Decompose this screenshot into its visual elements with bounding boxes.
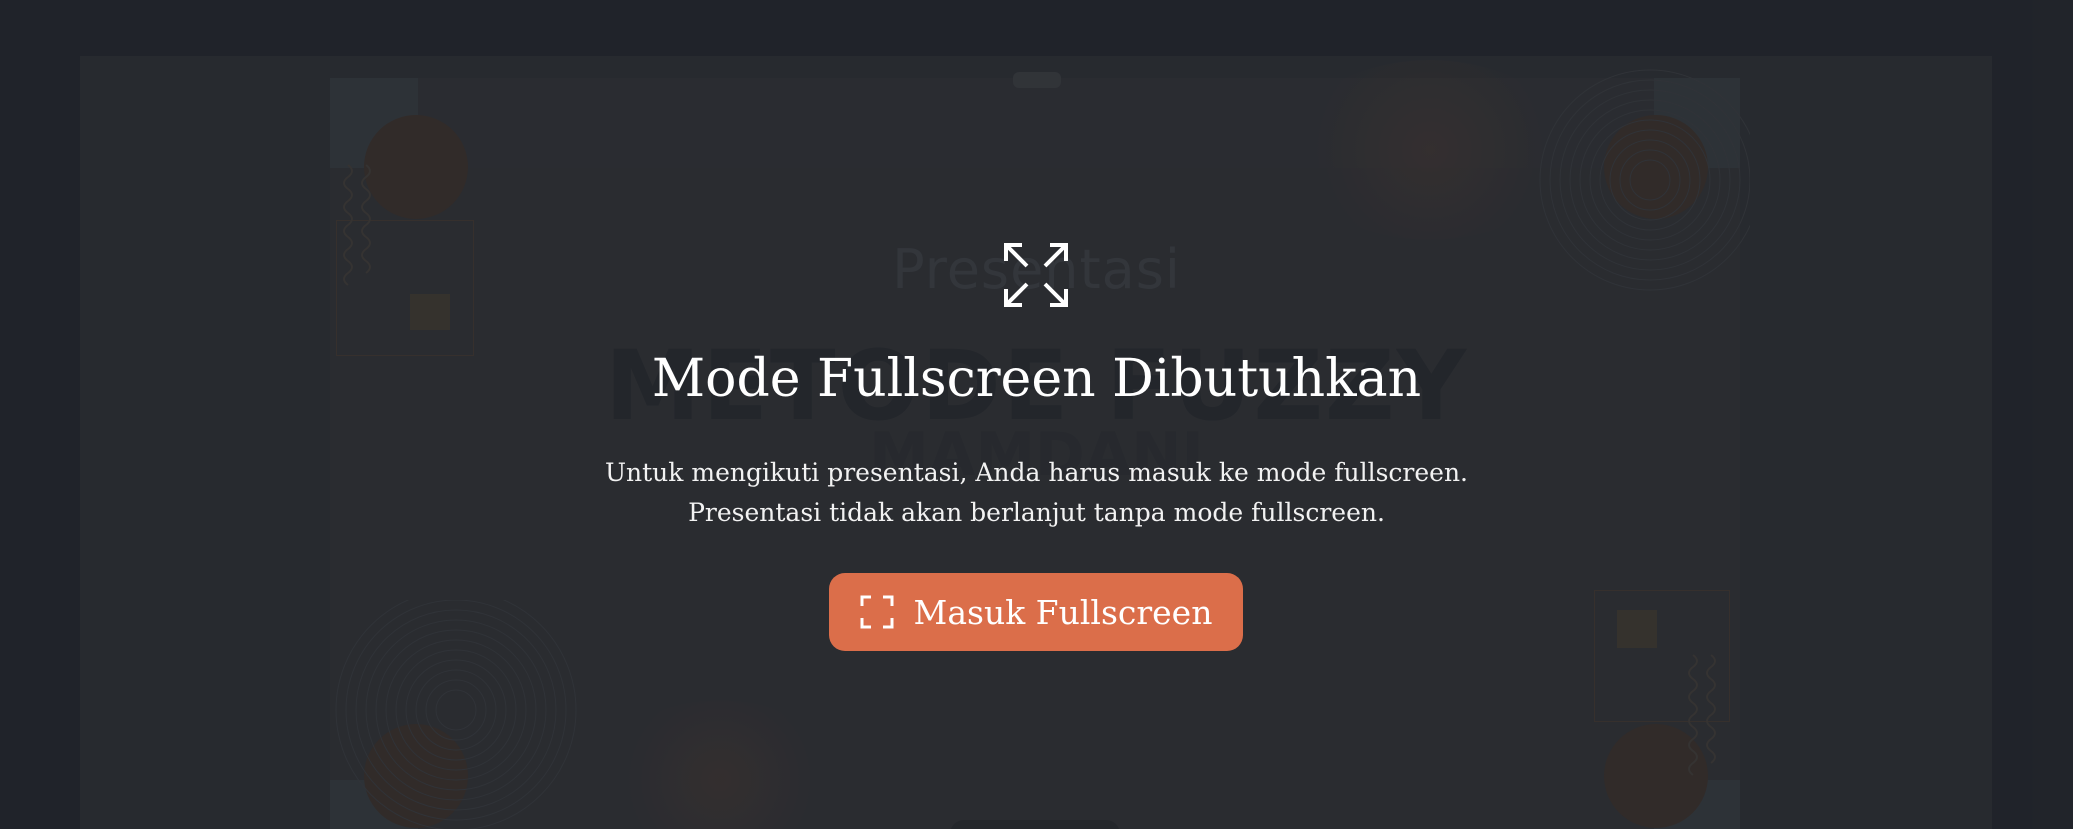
enter-fullscreen-label: Masuk Fullscreen xyxy=(913,592,1213,632)
expand-icon xyxy=(1004,243,1068,307)
enter-fullscreen-button[interactable]: Masuk Fullscreen xyxy=(829,573,1243,651)
modal-description: Untuk mengikuti presentasi, Anda harus m… xyxy=(0,453,2073,533)
fullscreen-icon xyxy=(860,595,894,629)
modal-description-line-1: Untuk mengikuti presentasi, Anda harus m… xyxy=(604,458,1469,487)
modal-description-line-2: Presentasi tidak akan berlanjut tanpa mo… xyxy=(688,498,1385,527)
modal-title: Mode Fullscreen Dibutuhkan xyxy=(651,349,1422,409)
fullscreen-modal: Mode Fullscreen Dibutuhkan Untuk mengiku… xyxy=(0,0,2073,829)
page: Presentasi METODE FUZZY MAMDANI Mode Ful… xyxy=(0,0,2073,829)
